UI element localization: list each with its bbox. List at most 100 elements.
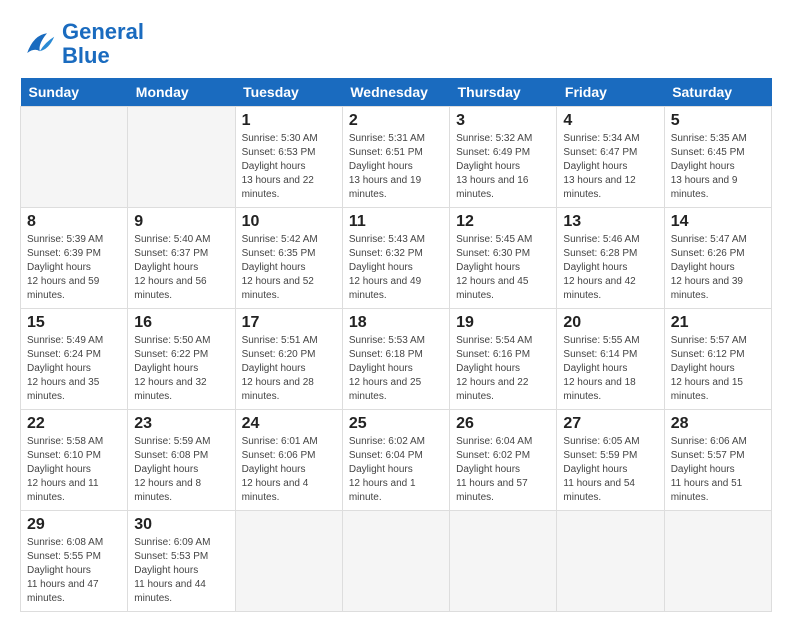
calendar-cell: 3 Sunrise: 5:32 AMSunset: 6:49 PMDaylight… — [450, 107, 557, 208]
day-info: Sunrise: 6:01 AMSunset: 6:06 PMDaylight … — [242, 435, 336, 505]
day-number: 18 — [349, 314, 443, 332]
day-info: Sunrise: 6:05 AMSunset: 5:59 PMDaylight … — [563, 435, 657, 505]
calendar-cell: 16 Sunrise: 5:50 AMSunset: 6:22 PMDayligh… — [128, 309, 235, 410]
calendar-table: SundayMondayTuesdayWednesdayThursdayFrid… — [20, 78, 772, 612]
day-number: 1 — [242, 112, 336, 130]
day-number: 28 — [671, 415, 765, 433]
day-number: 14 — [671, 213, 765, 231]
calendar-cell: 20 Sunrise: 5:55 AMSunset: 6:14 PMDayligh… — [557, 309, 664, 410]
header-tuesday: Tuesday — [235, 78, 342, 107]
day-info: Sunrise: 5:42 AMSunset: 6:35 PMDaylight … — [242, 233, 336, 303]
header-sunday: Sunday — [21, 78, 128, 107]
calendar-cell — [21, 107, 128, 208]
calendar-cell — [664, 511, 771, 612]
day-info: Sunrise: 5:31 AMSunset: 6:51 PMDaylight … — [349, 132, 443, 202]
calendar-cell: 9 Sunrise: 5:40 AMSunset: 6:37 PMDaylight… — [128, 208, 235, 309]
logo-icon — [20, 26, 56, 62]
calendar-cell: 19 Sunrise: 5:54 AMSunset: 6:16 PMDayligh… — [450, 309, 557, 410]
calendar-week-4: 22Sunrise: 5:58 AMSunset: 6:10 PMDayligh… — [21, 410, 772, 511]
day-number: 9 — [134, 213, 228, 231]
day-info: Sunrise: 5:34 AMSunset: 6:47 PMDaylight … — [563, 132, 657, 202]
day-info: Sunrise: 5:35 AMSunset: 6:45 PMDaylight … — [671, 132, 765, 202]
day-number: 8 — [27, 213, 121, 231]
calendar-cell — [342, 511, 449, 612]
calendar-cell: 24 Sunrise: 6:01 AMSunset: 6:06 PMDayligh… — [235, 410, 342, 511]
day-number: 5 — [671, 112, 765, 130]
logo: GeneralBlue — [20, 20, 144, 68]
day-number: 29 — [27, 516, 121, 534]
calendar-cell: 30 Sunrise: 6:09 AMSunset: 5:53 PMDayligh… — [128, 511, 235, 612]
header-thursday: Thursday — [450, 78, 557, 107]
day-info: Sunrise: 5:39 AMSunset: 6:39 PMDaylight … — [27, 233, 121, 303]
day-number: 20 — [563, 314, 657, 332]
day-number: 4 — [563, 112, 657, 130]
day-number: 24 — [242, 415, 336, 433]
header-wednesday: Wednesday — [342, 78, 449, 107]
calendar-cell: 13 Sunrise: 5:46 AMSunset: 6:28 PMDayligh… — [557, 208, 664, 309]
day-info: Sunrise: 5:40 AMSunset: 6:37 PMDaylight … — [134, 233, 228, 303]
header-saturday: Saturday — [664, 78, 771, 107]
day-number: 26 — [456, 415, 550, 433]
calendar-cell: 28 Sunrise: 6:06 AMSunset: 5:57 PMDayligh… — [664, 410, 771, 511]
calendar-cell: 2 Sunrise: 5:31 AMSunset: 6:51 PMDaylight… — [342, 107, 449, 208]
calendar-cell: 10 Sunrise: 5:42 AMSunset: 6:35 PMDayligh… — [235, 208, 342, 309]
calendar-cell: 11 Sunrise: 5:43 AMSunset: 6:32 PMDayligh… — [342, 208, 449, 309]
day-info: Sunrise: 5:54 AMSunset: 6:16 PMDaylight … — [456, 334, 550, 404]
calendar-cell: 15Sunrise: 5:49 AMSunset: 6:24 PMDayligh… — [21, 309, 128, 410]
calendar-cell: 1 Sunrise: 5:30 AMSunset: 6:53 PMDaylight… — [235, 107, 342, 208]
day-number: 25 — [349, 415, 443, 433]
day-info: Sunrise: 6:04 AMSunset: 6:02 PMDaylight … — [456, 435, 550, 505]
calendar-cell: 27 Sunrise: 6:05 AMSunset: 5:59 PMDayligh… — [557, 410, 664, 511]
day-number: 13 — [563, 213, 657, 231]
day-number: 23 — [134, 415, 228, 433]
day-info: Sunrise: 6:09 AMSunset: 5:53 PMDaylight … — [134, 536, 228, 606]
calendar-cell — [128, 107, 235, 208]
day-info: Sunrise: 5:43 AMSunset: 6:32 PMDaylight … — [349, 233, 443, 303]
day-info: Sunrise: 5:55 AMSunset: 6:14 PMDaylight … — [563, 334, 657, 404]
day-info: Sunrise: 5:57 AMSunset: 6:12 PMDaylight … — [671, 334, 765, 404]
calendar-week-3: 15Sunrise: 5:49 AMSunset: 6:24 PMDayligh… — [21, 309, 772, 410]
day-info: Sunrise: 5:50 AMSunset: 6:22 PMDaylight … — [134, 334, 228, 404]
day-number: 27 — [563, 415, 657, 433]
day-info: Sunrise: 5:51 AMSunset: 6:20 PMDaylight … — [242, 334, 336, 404]
day-number: 11 — [349, 213, 443, 231]
calendar-cell: 29Sunrise: 6:08 AMSunset: 5:55 PMDayligh… — [21, 511, 128, 612]
day-info: Sunrise: 5:46 AMSunset: 6:28 PMDaylight … — [563, 233, 657, 303]
logo-text: GeneralBlue — [62, 20, 144, 68]
day-info: Sunrise: 6:06 AMSunset: 5:57 PMDaylight … — [671, 435, 765, 505]
calendar-cell: 17 Sunrise: 5:51 AMSunset: 6:20 PMDayligh… — [235, 309, 342, 410]
day-number: 3 — [456, 112, 550, 130]
calendar-cell — [235, 511, 342, 612]
calendar-cell: 23 Sunrise: 5:59 AMSunset: 6:08 PMDayligh… — [128, 410, 235, 511]
day-info: Sunrise: 5:53 AMSunset: 6:18 PMDaylight … — [349, 334, 443, 404]
day-info: Sunrise: 5:59 AMSunset: 6:08 PMDaylight … — [134, 435, 228, 505]
day-info: Sunrise: 5:47 AMSunset: 6:26 PMDaylight … — [671, 233, 765, 303]
day-info: Sunrise: 5:49 AMSunset: 6:24 PMDaylight … — [27, 334, 121, 404]
day-number: 21 — [671, 314, 765, 332]
day-info: Sunrise: 5:32 AMSunset: 6:49 PMDaylight … — [456, 132, 550, 202]
calendar-cell: 22Sunrise: 5:58 AMSunset: 6:10 PMDayligh… — [21, 410, 128, 511]
day-number: 2 — [349, 112, 443, 130]
calendar-cell: 18 Sunrise: 5:53 AMSunset: 6:18 PMDayligh… — [342, 309, 449, 410]
day-number: 12 — [456, 213, 550, 231]
header-friday: Friday — [557, 78, 664, 107]
day-number: 30 — [134, 516, 228, 534]
calendar-cell: 12 Sunrise: 5:45 AMSunset: 6:30 PMDayligh… — [450, 208, 557, 309]
day-number: 19 — [456, 314, 550, 332]
calendar-week-5: 29Sunrise: 6:08 AMSunset: 5:55 PMDayligh… — [21, 511, 772, 612]
page-header: GeneralBlue — [20, 20, 772, 68]
calendar-cell: 4 Sunrise: 5:34 AMSunset: 6:47 PMDaylight… — [557, 107, 664, 208]
day-info: Sunrise: 5:45 AMSunset: 6:30 PMDaylight … — [456, 233, 550, 303]
calendar-week-1: 1 Sunrise: 5:30 AMSunset: 6:53 PMDaylight… — [21, 107, 772, 208]
day-info: Sunrise: 6:02 AMSunset: 6:04 PMDaylight … — [349, 435, 443, 505]
day-info: Sunrise: 5:30 AMSunset: 6:53 PMDaylight … — [242, 132, 336, 202]
day-number: 17 — [242, 314, 336, 332]
day-number: 10 — [242, 213, 336, 231]
calendar-cell: 25 Sunrise: 6:02 AMSunset: 6:04 PMDayligh… — [342, 410, 449, 511]
calendar-cell: 21 Sunrise: 5:57 AMSunset: 6:12 PMDayligh… — [664, 309, 771, 410]
header-monday: Monday — [128, 78, 235, 107]
day-number: 22 — [27, 415, 121, 433]
calendar-cell — [450, 511, 557, 612]
calendar-cell: 8 Sunrise: 5:39 AMSunset: 6:39 PMDaylight… — [21, 208, 128, 309]
day-number: 16 — [134, 314, 228, 332]
